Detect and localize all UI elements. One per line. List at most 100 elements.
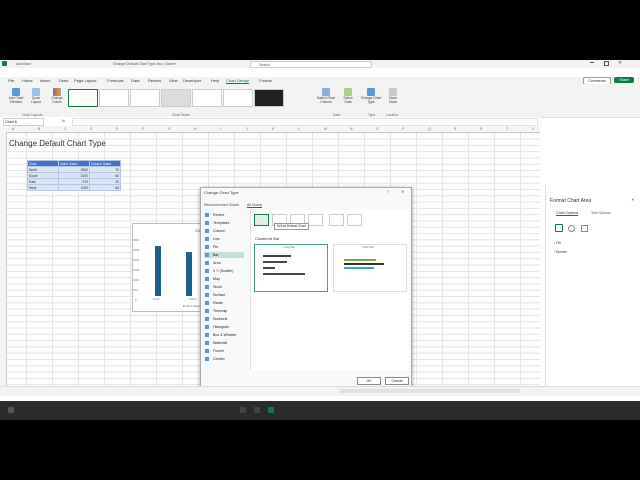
column-header[interactable]: B [38, 127, 40, 131]
chart-style-5[interactable] [192, 89, 222, 107]
subtype-3d-100-stacked-bar[interactable] [347, 214, 362, 226]
effects-icon[interactable] [568, 225, 575, 232]
chart-type-scatter[interactable]: X Y (Scatter) [204, 268, 244, 274]
name-box[interactable]: Chart 8 [3, 118, 44, 126]
chart-type-sunburst[interactable]: Sunburst [204, 316, 244, 322]
chart-type-histogram[interactable]: Histogram [204, 324, 244, 330]
column-header[interactable]: E [116, 127, 118, 131]
chart-style-6[interactable] [223, 89, 253, 107]
column-header[interactable]: J [246, 127, 248, 131]
tab-page-layout[interactable]: Page Layout [74, 78, 96, 83]
autosave-label[interactable]: AutoSave [16, 62, 31, 66]
change-colors-button[interactable]: Change Colors [48, 88, 66, 104]
quick-layout-button[interactable]: Quick Layout [27, 88, 45, 104]
chart-style-3[interactable] [130, 89, 160, 107]
share-button[interactable]: Share [614, 77, 634, 83]
column-header[interactable]: P [402, 127, 404, 131]
chart-type-templates[interactable]: Templates [204, 220, 244, 226]
excel-taskbar-icon[interactable] [268, 407, 274, 413]
tab-chart-options[interactable]: Chart Options [556, 211, 579, 216]
start-icon[interactable] [8, 407, 14, 413]
app-icon[interactable] [254, 407, 260, 413]
chart-type-map[interactable]: Map [204, 276, 244, 282]
tab-view[interactable]: View [169, 78, 178, 83]
chart-style-1[interactable] [68, 89, 98, 107]
tab-help[interactable]: Help [211, 78, 219, 83]
subtype-3d-stacked-bar[interactable] [329, 214, 344, 226]
table-cell[interactable]: West [27, 184, 59, 191]
column-header[interactable]: Q [428, 127, 431, 131]
chart-type-waterfall[interactable]: Waterfall [204, 340, 244, 346]
column-header[interactable]: A [12, 127, 14, 131]
close-icon[interactable]: ✕ [618, 60, 622, 66]
chart-style-7[interactable] [254, 89, 284, 107]
size-properties-icon[interactable] [581, 225, 588, 232]
chart-type-column[interactable]: Column [204, 228, 244, 234]
column-header[interactable]: K [272, 127, 274, 131]
table-cell[interactable]: 84 [89, 184, 121, 191]
chart-type-treemap[interactable]: Treemap [204, 308, 244, 314]
set-as-default-tooltip[interactable]: Set as Default Chart [274, 223, 309, 230]
cancel-button[interactable]: Cancel [385, 377, 409, 385]
column-header[interactable]: F [142, 127, 144, 131]
tab-recommended-charts[interactable]: Recommended Charts [204, 203, 239, 207]
switch-row-column-button[interactable]: Switch Row/ Column [316, 88, 336, 104]
column-header[interactable]: G [168, 127, 171, 131]
tab-draw[interactable]: Draw [59, 78, 68, 83]
chart-bar[interactable] [186, 252, 192, 296]
subtype-3d-clustered-bar[interactable] [308, 214, 323, 226]
preview-clustered-bar-alt[interactable]: Chart Title [333, 244, 407, 292]
section-fill[interactable]: › Fill [554, 241, 561, 245]
chart-type-radar[interactable]: Radar [204, 300, 244, 306]
column-header[interactable]: N [350, 127, 352, 131]
chart-type-area[interactable]: Area [204, 260, 244, 266]
preview-clustered-bar[interactable]: Chart Title [254, 244, 328, 292]
formula-input[interactable] [72, 118, 538, 126]
chart-type-pie[interactable]: Pie [204, 244, 244, 250]
chart-styles-gallery[interactable] [68, 87, 304, 109]
tab-text-options[interactable]: Text Options [591, 211, 611, 215]
column-header[interactable]: M [324, 127, 327, 131]
dialog-close-icon[interactable]: ✕ [401, 189, 404, 194]
move-chart-button[interactable]: Move Chart [385, 88, 401, 104]
add-chart-element-button[interactable]: Add Chart Element [5, 88, 27, 104]
column-header[interactable]: L [298, 127, 300, 131]
select-data-button[interactable]: Select Data [340, 88, 356, 104]
tab-developer[interactable]: Developer [183, 78, 201, 83]
chart-type-line[interactable]: Line [204, 236, 244, 242]
tab-file[interactable]: File [8, 78, 14, 83]
tab-review[interactable]: Review [148, 78, 161, 83]
section-border[interactable]: › Border [554, 250, 567, 254]
tab-format[interactable]: Format [259, 78, 272, 83]
embedded-chart[interactable]: Ch 3000 2500 2000 1500 1000 500 0 North … [132, 223, 206, 312]
ok-button[interactable]: OK [357, 377, 381, 385]
tab-insert[interactable]: Insert [40, 78, 50, 83]
chart-type-box-whisker[interactable]: Box & Whisker [204, 332, 244, 338]
help-icon[interactable]: ? [387, 189, 389, 194]
table-cell[interactable]: 1000 [58, 184, 90, 191]
chart-type-bar[interactable]: Bar [204, 252, 244, 258]
maximize-icon[interactable] [604, 61, 609, 66]
chart-type-surface[interactable]: Surface [204, 292, 244, 298]
search-box[interactable]: Search [250, 61, 372, 68]
tab-all-charts[interactable]: All Charts [247, 203, 263, 208]
column-header[interactable]: C [64, 127, 66, 131]
change-chart-type-button[interactable]: Change Chart Type [360, 88, 382, 104]
column-header[interactable]: U [532, 127, 534, 131]
column-header[interactable]: D [90, 127, 92, 131]
chart-type-stock[interactable]: Stock [204, 284, 244, 290]
column-header[interactable]: O [376, 127, 379, 131]
tab-home[interactable]: Home [22, 78, 33, 83]
chart-type-combo[interactable]: Combo [204, 356, 244, 362]
horizontal-scrollbar[interactable] [340, 389, 520, 393]
chart-style-4[interactable] [161, 89, 191, 107]
pane-close-icon[interactable]: ✕ [631, 197, 634, 202]
chart-type-funnel[interactable]: Funnel [204, 348, 244, 354]
column-header[interactable]: S [480, 127, 482, 131]
subtype-clustered-bar[interactable] [254, 214, 269, 226]
chart-type-recent[interactable]: Recent [204, 212, 244, 218]
tab-data[interactable]: Data [131, 78, 139, 83]
column-header[interactable]: R [454, 127, 456, 131]
chart-style-2[interactable] [99, 89, 129, 107]
minimize-icon[interactable] [590, 62, 594, 63]
